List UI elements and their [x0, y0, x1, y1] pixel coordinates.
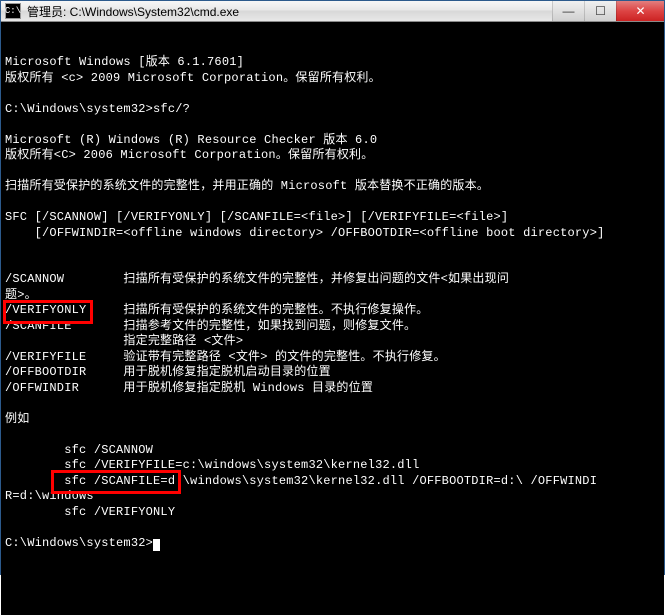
minimize-button[interactable]: —: [552, 1, 584, 21]
cmd-icon: C:\: [5, 3, 21, 19]
terminal-line: [5, 396, 660, 412]
terminal-line: 版权所有 <c> 2009 Microsoft Corporation。保留所有…: [5, 71, 660, 87]
terminal-line: SFC [/SCANNOW] [/VERIFYONLY] [/SCANFILE=…: [5, 210, 660, 226]
terminal-line: C:\Windows\system32>sfc/?: [5, 102, 660, 118]
terminal-line: /VERIFYONLY 扫描所有受保护的系统文件的完整性。不执行修复操作。: [5, 303, 660, 319]
terminal-line: [5, 195, 660, 211]
terminal-line: /OFFBOOTDIR 用于脱机修复指定脱机启动目录的位置: [5, 365, 660, 381]
cmd-window: C:\ 管理员: C:\Windows\System32\cmd.exe — ☐…: [0, 0, 665, 575]
terminal-line: [5, 257, 660, 273]
terminal-line: 指定完整路径 <文件>: [5, 334, 660, 350]
terminal-line: [5, 241, 660, 257]
terminal-line: [5, 427, 660, 443]
maximize-button[interactable]: ☐: [584, 1, 616, 21]
terminal-line: Microsoft Windows [版本 6.1.7601]: [5, 55, 660, 71]
terminal-line: [5, 164, 660, 180]
terminal-line: /SCANNOW 扫描所有受保护的系统文件的完整性，并修复出问题的文件<如果出现…: [5, 272, 660, 288]
close-button[interactable]: ✕: [616, 1, 664, 21]
cursor: [153, 539, 160, 551]
terminal-line: C:\Windows\system32>: [5, 536, 660, 552]
terminal-line: /VERIFYFILE 验证带有完整路径 <文件> 的文件的完整性。不执行修复。: [5, 350, 660, 366]
terminal-line: [5, 117, 660, 133]
titlebar[interactable]: C:\ 管理员: C:\Windows\System32\cmd.exe — ☐…: [1, 1, 664, 22]
terminal-line: Microsoft (R) Windows (R) Resource Check…: [5, 133, 660, 149]
terminal-line: /OFFWINDIR 用于脱机修复指定脱机 Windows 目录的位置: [5, 381, 660, 397]
terminal-line: 扫描所有受保护的系统文件的完整性，并用正确的 Microsoft 版本替换不正确…: [5, 179, 660, 195]
terminal-line: sfc /SCANFILE=d:\windows\system32\kernel…: [5, 474, 660, 490]
terminal-line: /SCANFILE 扫描参考文件的完整性，如果找到问题，则修复文件。: [5, 319, 660, 335]
terminal-line: [/OFFWINDIR=<offline windows directory> …: [5, 226, 660, 242]
window-controls: — ☐ ✕: [552, 1, 664, 21]
terminal-line: 版权所有<C> 2006 Microsoft Corporation。保留所有权…: [5, 148, 660, 164]
terminal-line: 例如: [5, 412, 660, 428]
terminal-line: [5, 520, 660, 536]
terminal-line: sfc /SCANNOW: [5, 443, 660, 459]
window-title: 管理员: C:\Windows\System32\cmd.exe: [27, 3, 552, 20]
terminal-line: sfc /VERIFYFILE=c:\windows\system32\kern…: [5, 458, 660, 474]
terminal-line: sfc /VERIFYONLY: [5, 505, 660, 521]
terminal-line: R=d:\windows: [5, 489, 660, 505]
terminal-line: 题>。: [5, 288, 660, 304]
terminal-output[interactable]: Microsoft Windows [版本 6.1.7601]版权所有 <c> …: [1, 22, 664, 615]
terminal-line: [5, 86, 660, 102]
